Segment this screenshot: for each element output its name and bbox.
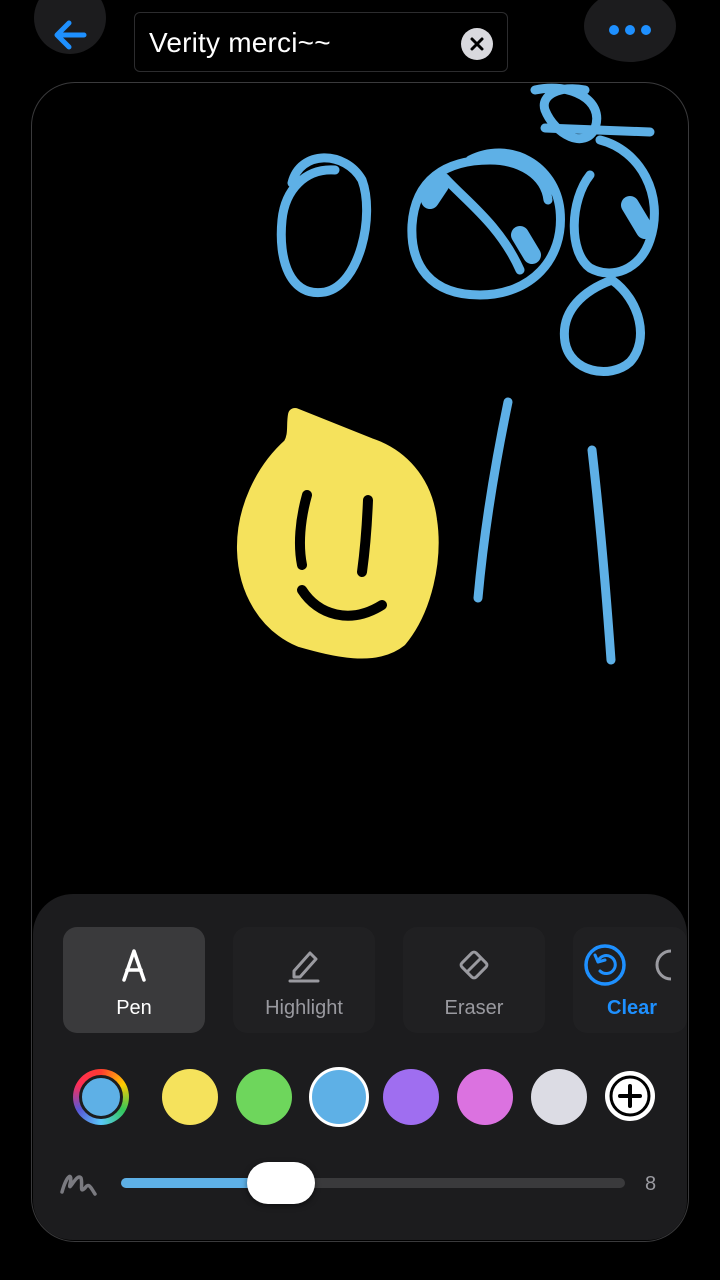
color-swatch-white[interactable]: [531, 1069, 587, 1125]
stroke-blue-1: [276, 153, 372, 298]
tool-label: Clear: [607, 997, 658, 1019]
stroke-blue-3b: [540, 123, 655, 137]
tool-label: Highlight: [265, 997, 343, 1019]
stroke-blue-2b: [440, 173, 525, 275]
eraser-icon: [459, 950, 489, 980]
add-color-button[interactable]: [605, 1071, 655, 1121]
tool-highlight[interactable]: Highlight: [233, 927, 375, 1033]
partial-icon: [655, 949, 672, 981]
tool-eraser[interactable]: Eraser: [403, 927, 545, 1033]
tool-panel: Pen Highlight Eraser Clear 8: [33, 894, 687, 1240]
color-swatch-green[interactable]: [236, 1069, 292, 1125]
scribble-icon: [60, 1174, 97, 1196]
tool-pen[interactable]: Pen: [63, 927, 205, 1033]
drawing-strokes: [236, 83, 659, 665]
slider-thumb[interactable]: [246, 1162, 315, 1204]
color-picker-button[interactable]: [73, 1069, 129, 1125]
tool-clear[interactable]: Clear: [573, 927, 687, 1033]
stroke-width-slider[interactable]: [121, 1162, 625, 1204]
stroke-eye-right: [357, 495, 373, 577]
stroke-blue-line-1: [473, 397, 513, 603]
color-swatch-pink[interactable]: [457, 1069, 513, 1125]
highlighter-icon: [288, 951, 320, 983]
color-swatch-yellow[interactable]: [162, 1069, 218, 1125]
color-swatch-purple[interactable]: [383, 1069, 439, 1125]
stroke-blue-5: [559, 275, 645, 376]
stroke-blue-line-2: [587, 445, 616, 665]
slider-fill: [121, 1178, 257, 1188]
color-swatch-blue[interactable]: [309, 1067, 369, 1127]
stroke-width-value: 8: [645, 1173, 657, 1195]
undo-circle-icon: [584, 944, 626, 986]
stroke-blue-4: [569, 135, 659, 278]
tool-label: Eraser: [444, 997, 504, 1019]
pen-icon: [122, 949, 146, 982]
tool-label: Pen: [116, 997, 152, 1019]
current-color: [79, 1075, 123, 1119]
plus-icon: [609, 1075, 651, 1117]
